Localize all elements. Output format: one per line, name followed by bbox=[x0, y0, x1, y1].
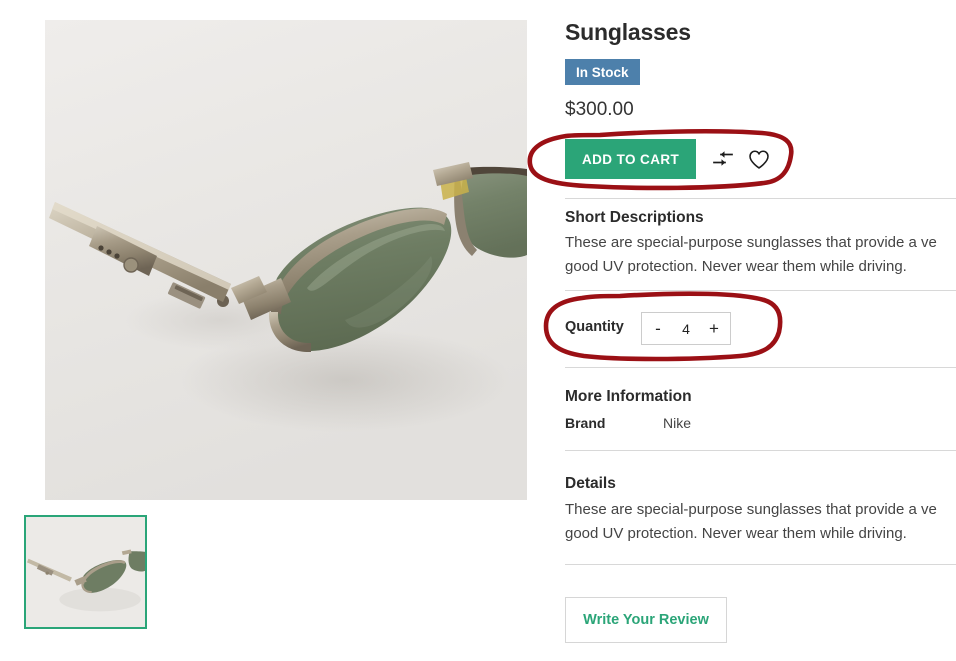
status-badge: In Stock bbox=[565, 59, 640, 85]
write-your-review-button[interactable]: Write Your Review bbox=[565, 597, 727, 643]
sunglasses-thumbnail-illustration bbox=[26, 517, 145, 627]
heart-icon bbox=[749, 149, 769, 169]
wishlist-button[interactable] bbox=[742, 142, 776, 176]
product-detail-page: Sunglasses In Stock $300.00 ADD TO CART bbox=[0, 0, 956, 661]
compare-button[interactable] bbox=[706, 142, 740, 176]
product-price: $300.00 bbox=[565, 99, 634, 120]
sunglasses-illustration bbox=[45, 20, 527, 500]
divider-5 bbox=[565, 564, 956, 565]
quantity-value: 4 bbox=[682, 320, 690, 337]
quantity-stepper[interactable]: - 4 + bbox=[641, 312, 731, 345]
more-information-heading: More Information bbox=[565, 388, 692, 405]
quantity-increment-button[interactable]: + bbox=[707, 320, 721, 337]
divider-3 bbox=[565, 367, 956, 368]
product-info-panel: Sunglasses In Stock $300.00 ADD TO CART bbox=[565, 0, 956, 661]
details-line-1: These are special-purpose sunglasses tha… bbox=[565, 501, 937, 518]
quantity-decrement-button[interactable]: - bbox=[651, 320, 665, 337]
short-descriptions-body: These are special-purpose sunglasses tha… bbox=[565, 231, 956, 279]
quantity-label: Quantity bbox=[565, 319, 624, 335]
add-to-cart-button[interactable]: ADD TO CART bbox=[565, 139, 697, 179]
brand-label: Brand bbox=[565, 415, 606, 431]
divider-4 bbox=[565, 450, 956, 451]
product-gallery bbox=[0, 0, 540, 661]
short-description-line-2: good UV protection. Never wear them whil… bbox=[565, 258, 907, 275]
page-title: Sunglasses bbox=[565, 19, 691, 45]
divider-1 bbox=[565, 198, 956, 199]
compare-arrows-icon bbox=[713, 151, 734, 166]
divider-2 bbox=[565, 290, 956, 291]
thumbnail-1[interactable] bbox=[24, 515, 147, 629]
short-descriptions-heading: Short Descriptions bbox=[565, 209, 704, 226]
details-line-2: good UV protection. Never wear them whil… bbox=[565, 525, 907, 542]
details-heading: Details bbox=[565, 475, 616, 492]
details-body: These are special-purpose sunglasses tha… bbox=[565, 498, 956, 546]
brand-value: Nike bbox=[663, 415, 692, 431]
main-product-image[interactable] bbox=[45, 20, 527, 500]
short-description-line-1: These are special-purpose sunglasses tha… bbox=[565, 234, 937, 251]
product-action-row: ADD TO CART bbox=[565, 139, 776, 179]
